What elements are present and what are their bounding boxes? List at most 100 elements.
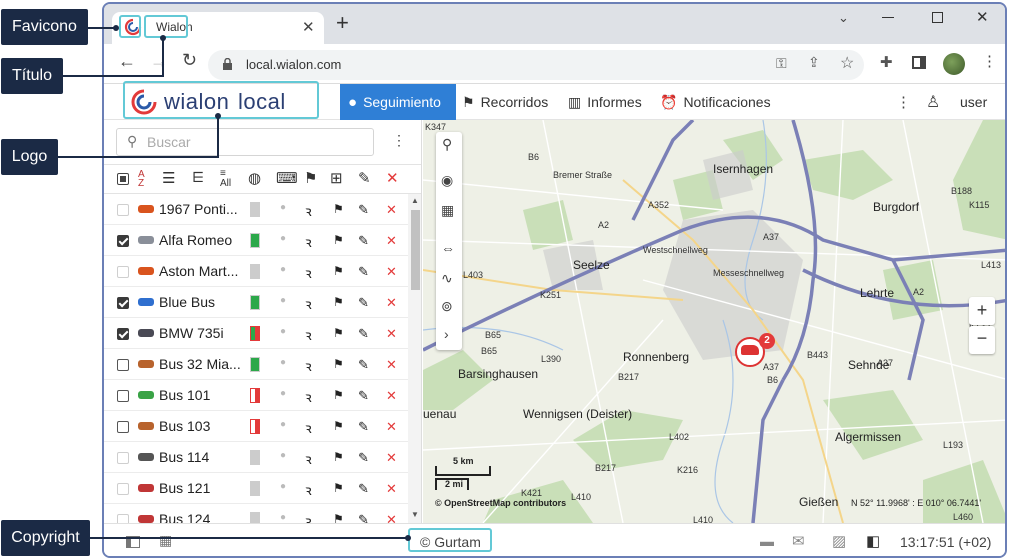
scroll-down-icon[interactable]: ▼ — [411, 510, 419, 519]
unit-checkbox[interactable] — [117, 390, 129, 402]
zoom-out-button[interactable]: − — [969, 326, 995, 354]
zoom-in-button[interactable]: + — [969, 297, 995, 325]
card-icon[interactable]: ▬ — [760, 533, 774, 549]
command-icon[interactable]: ꝛ — [305, 512, 312, 523]
wrench-icon[interactable]: ✎ — [358, 388, 369, 404]
close-window-icon[interactable]: ✕ — [976, 8, 989, 26]
select-all-icon[interactable] — [117, 173, 129, 185]
command-icon[interactable]: ꝛ — [305, 357, 312, 376]
add-all-icon[interactable]: ≡ All — [220, 169, 231, 189]
route-icon[interactable]: ∿ — [441, 270, 453, 287]
unit-name[interactable]: Bus 121 — [159, 480, 243, 496]
list-item[interactable]: Alfa Romeo ● ꝛ ⚑ ✎ ✕ — [104, 225, 408, 256]
flag-icon[interactable]: ⚑ — [333, 357, 344, 371]
unit-name[interactable]: Bus 114 — [159, 449, 243, 465]
unit-name[interactable]: BMW 735i — [159, 325, 243, 341]
flag-icon[interactable]: ⚑ — [333, 481, 344, 495]
extensions-icon[interactable]: ✚ — [880, 53, 893, 71]
wrench-icon[interactable]: ✎ — [358, 169, 371, 187]
wrench-icon[interactable]: ✎ — [358, 264, 369, 280]
waypoints-icon[interactable]: ⊚ — [441, 298, 453, 315]
unit-checkbox[interactable] — [117, 328, 129, 340]
unit-name[interactable]: Bus 103 — [159, 418, 243, 434]
flag-icon[interactable]: ⚑ — [333, 233, 344, 247]
minimize-icon[interactable] — [882, 17, 894, 18]
flag-icon[interactable]: ⚑ — [333, 326, 344, 340]
eye-icon[interactable]: ◉ — [441, 172, 453, 189]
tab-informes[interactable]: ▥ Informes — [568, 84, 642, 120]
gps-dot-icon[interactable]: ● — [280, 357, 286, 368]
list-item[interactable]: Bus 121 ● ꝛ ⚑ ✎ ✕ — [104, 473, 408, 504]
unit-checkbox[interactable] — [117, 359, 129, 371]
connection-icon[interactable]: ◍ — [248, 169, 261, 187]
flag-icon[interactable]: ⚑ — [333, 388, 344, 402]
map-search-icon[interactable]: ⚲ — [442, 136, 452, 153]
list-item[interactable]: Aston Mart... ● ꝛ ⚑ ✎ ✕ — [104, 256, 408, 287]
wrench-icon[interactable]: ✎ — [358, 295, 369, 311]
list-item[interactable]: Bus 114 ● ꝛ ⚑ ✎ ✕ — [104, 442, 408, 473]
grid-layout-icon[interactable]: ▦ — [159, 532, 172, 549]
list-item[interactable]: Bus 103 ● ꝛ ⚑ ✎ ✕ — [104, 411, 408, 442]
unit-checkbox[interactable] — [117, 421, 129, 433]
delete-icon[interactable]: ✕ — [386, 450, 397, 466]
flag-icon[interactable]: ⚑ — [333, 512, 344, 523]
unit-checkbox[interactable] — [117, 514, 129, 523]
gps-dot-icon[interactable]: ● — [280, 233, 286, 244]
list-item[interactable]: Bus 101 ● ꝛ ⚑ ✎ ✕ — [104, 380, 408, 411]
add-geofence-icon[interactable]: ⊞ — [330, 169, 343, 187]
delete-icon[interactable]: ✕ — [386, 419, 397, 435]
delete-icon[interactable]: ✕ — [386, 512, 397, 523]
command-icon[interactable]: ꝛ — [305, 326, 312, 345]
flag-icon[interactable]: ⚑ — [333, 264, 344, 278]
command-icon[interactable]: ꝛ — [305, 481, 312, 500]
delete-icon[interactable]: ✕ — [386, 357, 397, 373]
book-icon[interactable]: ◧ — [866, 532, 880, 550]
wrench-icon[interactable]: ✎ — [358, 326, 369, 342]
image-icon[interactable]: ▨ — [832, 532, 846, 550]
command-icon[interactable]: ꝛ — [305, 264, 312, 283]
wrench-icon[interactable]: ✎ — [358, 419, 369, 435]
unit-name[interactable]: 1967 Ponti... — [159, 201, 243, 217]
flag-icon[interactable]: ⚑ — [333, 295, 344, 309]
scroll-up-icon[interactable]: ▲ — [411, 196, 419, 205]
delete-icon[interactable]: ✕ — [386, 295, 397, 311]
scroll-thumb[interactable] — [411, 210, 420, 290]
unit-name[interactable]: Bus 124 — [159, 511, 243, 523]
command-icon[interactable]: ꝛ — [305, 388, 312, 407]
unit-checkbox[interactable] — [117, 235, 129, 247]
forward-icon[interactable]: → — [150, 51, 168, 72]
unit-checkbox[interactable] — [117, 297, 129, 309]
list-icon[interactable]: ☰ — [162, 169, 175, 187]
wrench-icon[interactable]: ✎ — [358, 357, 369, 373]
gps-dot-icon[interactable]: ● — [280, 202, 286, 213]
app-menu-icon[interactable]: ⋮ — [896, 93, 911, 111]
unit-checkbox[interactable] — [117, 204, 129, 216]
tab-notificaciones[interactable]: ⏰ Notificaciones — [660, 84, 771, 120]
gps-dot-icon[interactable]: ● — [280, 512, 286, 523]
scrollbar[interactable]: ▲ ▼ — [408, 194, 421, 523]
wrench-icon[interactable]: ✎ — [358, 481, 369, 497]
wrench-icon[interactable]: ✎ — [358, 512, 369, 523]
wrench-icon[interactable]: ✎ — [358, 202, 369, 218]
command-icon[interactable]: ꝛ — [305, 295, 312, 314]
star-icon[interactable]: ☆ — [840, 53, 854, 73]
user-name[interactable]: user — [960, 94, 987, 110]
tab-recorridos[interactable]: ⚑ Recorridos — [462, 84, 548, 120]
delete-icon[interactable]: ✕ — [386, 264, 397, 280]
command-icon[interactable]: ꝛ — [305, 233, 312, 252]
back-icon[interactable]: ← — [118, 51, 136, 72]
list-item[interactable]: BMW 735i ● ꝛ ⚑ ✎ ✕ — [104, 318, 408, 349]
unit-checkbox[interactable] — [117, 483, 129, 495]
gps-dot-icon[interactable]: ● — [280, 295, 286, 306]
flag-icon[interactable]: ⚑ — [333, 202, 344, 216]
avatar[interactable] — [943, 53, 965, 75]
gps-dot-icon[interactable]: ● — [280, 264, 286, 275]
finish-flag-icon[interactable]: ⚑ — [304, 169, 317, 187]
delete-all-icon[interactable]: ✕ — [386, 169, 399, 187]
share-icon[interactable]: ⇪ — [808, 54, 820, 71]
close-icon[interactable]: ✕ — [302, 18, 315, 36]
search-input[interactable]: ⚲ Buscar — [116, 128, 374, 156]
new-tab-icon[interactable]: + — [336, 12, 349, 34]
reload-icon[interactable]: ↻ — [182, 50, 197, 71]
sidepanel-icon[interactable] — [912, 56, 926, 69]
